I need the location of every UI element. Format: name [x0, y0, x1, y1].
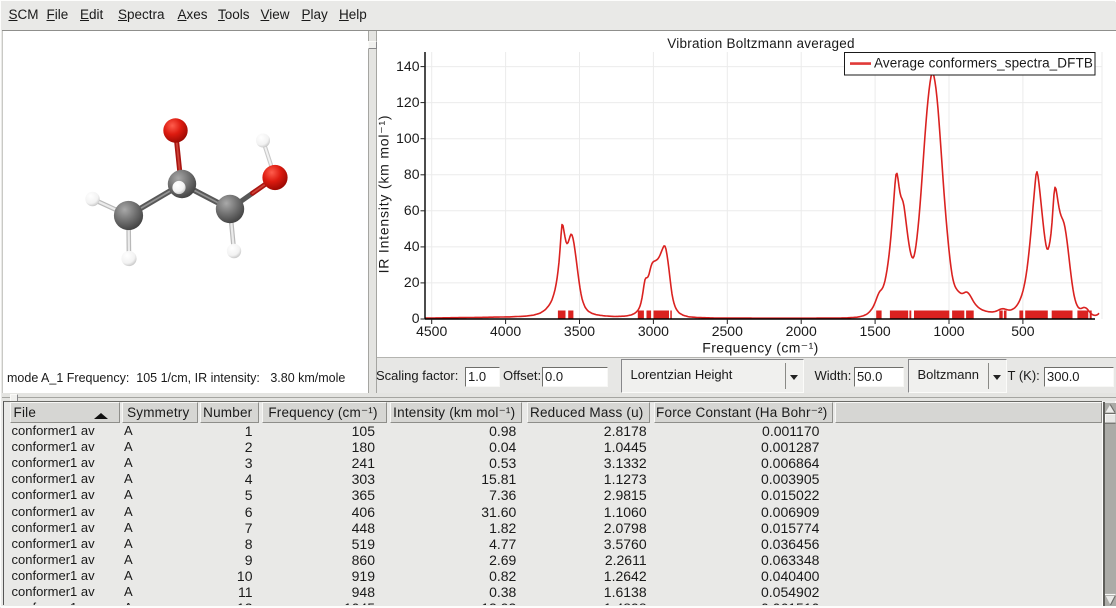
svg-text:Average conformers_spectra_DFT: Average conformers_spectra_DFTB — [874, 56, 1093, 71]
svg-text:20: 20 — [404, 274, 420, 290]
svg-text:0: 0 — [412, 310, 420, 326]
svg-text:3500: 3500 — [564, 323, 595, 339]
svg-text:140: 140 — [396, 58, 420, 74]
svg-text:60: 60 — [404, 202, 420, 218]
svg-text:3000: 3000 — [638, 323, 669, 339]
svg-text:4500: 4500 — [416, 323, 447, 339]
svg-text:500: 500 — [1011, 323, 1035, 339]
svg-text:1500: 1500 — [860, 323, 891, 339]
svg-text:100: 100 — [396, 130, 420, 146]
svg-text:40: 40 — [404, 238, 420, 254]
svg-text:2500: 2500 — [712, 323, 743, 339]
svg-text:1000: 1000 — [933, 323, 964, 339]
svg-text:2000: 2000 — [786, 323, 817, 339]
svg-text:IR Intensity (km mol⁻¹): IR Intensity (km mol⁻¹) — [377, 115, 392, 274]
svg-text:80: 80 — [404, 166, 420, 182]
svg-text:120: 120 — [396, 94, 420, 110]
svg-text:Frequency (cm⁻¹): Frequency (cm⁻¹) — [702, 340, 818, 356]
svg-text:4000: 4000 — [490, 323, 521, 339]
svg-text:Vibration Boltzmann averaged: Vibration Boltzmann averaged — [667, 36, 855, 51]
